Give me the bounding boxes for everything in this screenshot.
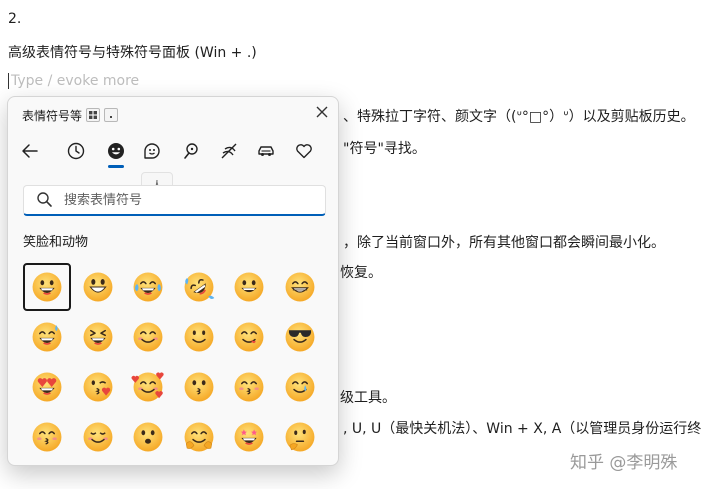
emoji-rolling-on-the-floor-laughing[interactable] — [175, 263, 223, 311]
doc-paragraph: "符号"寻找。 — [343, 141, 426, 157]
tab-emoji[interactable] — [103, 138, 129, 164]
face-with-tears-of-joy-icon — [133, 272, 163, 302]
doc-paragraph: 级工具。 — [340, 390, 396, 406]
doc-paragraph: , U, U（最快关机法）、Win + X, A（以管理员身份运行终 — [343, 421, 702, 437]
face-blowing-a-kiss-icon — [83, 372, 112, 402]
selected-tab-indicator — [108, 165, 124, 168]
emoji-hugging-face[interactable] — [175, 413, 223, 461]
close-icon[interactable] — [313, 103, 331, 121]
grinning-face-with-smiling-eyes-icon — [234, 272, 264, 302]
emoji-grinning-face-with-smiling-eyes[interactable] — [225, 263, 273, 311]
emoji-smiling-face-with-tear[interactable] — [276, 363, 324, 411]
emoji-face-with-open-mouth[interactable] — [124, 413, 172, 461]
kissing-face-with-closed-eyes-icon — [32, 422, 62, 452]
tab-stickers[interactable] — [139, 138, 165, 164]
doc-paragraph: 恢复。 — [340, 265, 382, 281]
face-savoring-food-icon — [234, 322, 264, 352]
smiling-face-with-sunglasses-icon — [285, 322, 314, 352]
search-input[interactable] — [64, 190, 284, 210]
category-heading: 笑脸和动物 — [23, 235, 89, 250]
watermark: 知乎 @李明殊 — [570, 453, 678, 473]
text-caret — [8, 73, 9, 89]
emoji-panel: 表情符号等 人 — [7, 96, 339, 466]
clock-icon — [67, 142, 85, 160]
keyboard-mode-button[interactable] — [104, 108, 118, 122]
emoji-face-savoring-food[interactable] — [225, 313, 273, 361]
tab-hearts[interactable] — [291, 138, 317, 164]
emoji-face-with-tears-of-joy[interactable] — [124, 263, 172, 311]
category-tabs — [8, 135, 338, 169]
smiley-icon — [108, 143, 124, 159]
kissing-face-with-smiling-eyes-icon — [234, 372, 264, 402]
editor-placeholder: Type / evoke more — [11, 73, 140, 89]
emoji-smiling-face-with-heart-eyes[interactable] — [23, 363, 71, 411]
kissing-face-icon — [184, 372, 213, 402]
panel-title: 表情符号等 — [22, 109, 83, 123]
beaming-face-icon — [285, 272, 314, 302]
search-icon — [37, 192, 52, 207]
tab-vehicles[interactable] — [253, 138, 279, 164]
heart-icon — [296, 144, 312, 159]
emoji-face-blowing-a-kiss[interactable] — [74, 363, 122, 411]
smiling-face-with-heart-eyes-icon — [32, 372, 62, 402]
doc-paragraph: 、特殊拉丁字符、颜文字（(ᐡ°□°）ᐡ）以及剪贴板历史。 — [343, 109, 695, 125]
emoji-smiling-face-with-sunglasses[interactable] — [276, 313, 324, 361]
grid-icon — [89, 111, 97, 119]
emoji-smiling-face-with-hearts[interactable] — [124, 363, 172, 411]
rolling-on-the-floor-laughing-icon — [184, 272, 214, 302]
emoji-smiling-face-relieved[interactable] — [74, 413, 122, 461]
emoji-thinking-face[interactable] — [276, 413, 324, 461]
dot-icon — [110, 116, 112, 118]
emoji-beaming-face[interactable] — [276, 263, 324, 311]
sticker-icon — [144, 143, 160, 159]
face-with-open-mouth-icon — [133, 422, 163, 452]
kaomoji-icon — [184, 143, 198, 159]
emoji-grinning-squinting-face[interactable] — [74, 313, 122, 361]
back-arrow-icon — [22, 144, 38, 158]
star-struck-icon — [234, 422, 264, 452]
doc-paragraph: ，除了当前窗口外，所有其他窗口都会瞬间最小化。 — [343, 235, 665, 251]
smiling-face-relieved-icon — [83, 422, 112, 452]
symbols-icon — [221, 143, 237, 159]
tab-kaomoji[interactable] — [178, 138, 204, 164]
emoji-slightly-smiling-face[interactable] — [175, 313, 223, 361]
emoji-smiling-face-with-smiling-eyes[interactable] — [124, 313, 172, 361]
tab-symbols[interactable] — [216, 138, 242, 164]
grinning-squinting-face-icon — [83, 322, 112, 352]
hugging-face-icon — [184, 422, 213, 452]
view-grid-button[interactable] — [86, 108, 100, 122]
grinning-face-with-sweat-icon — [32, 322, 62, 352]
emoji-grinning-face-with-sweat[interactable] — [23, 313, 71, 361]
slightly-smiling-face-icon — [184, 322, 213, 352]
emoji-kissing-face[interactable] — [175, 363, 223, 411]
smiling-face-with-tear-icon — [285, 372, 314, 402]
doc-heading: 高级表情符号与特殊符号面板 (Win + .) — [8, 45, 257, 61]
emoji-grinning-face[interactable] — [23, 263, 71, 311]
grinning-face-icon — [32, 272, 62, 302]
emoji-grinning-face-with-big-eyes[interactable] — [74, 263, 122, 311]
emoji-search-box[interactable] — [23, 185, 326, 216]
emoji-kissing-face-with-smiling-eyes[interactable] — [225, 363, 273, 411]
thinking-face-icon — [285, 422, 314, 452]
doc-line-number: 2. — [8, 11, 22, 27]
back-button[interactable] — [17, 138, 43, 164]
grinning-face-with-big-eyes-icon — [83, 272, 112, 302]
emoji-kissing-face-with-closed-eyes[interactable] — [23, 413, 71, 461]
smiling-face-with-smiling-eyes-icon — [133, 322, 163, 352]
car-icon — [258, 146, 274, 156]
tab-recent[interactable] — [63, 138, 89, 164]
smiling-face-with-hearts-icon — [131, 372, 164, 402]
emoji-star-struck[interactable] — [225, 413, 273, 461]
